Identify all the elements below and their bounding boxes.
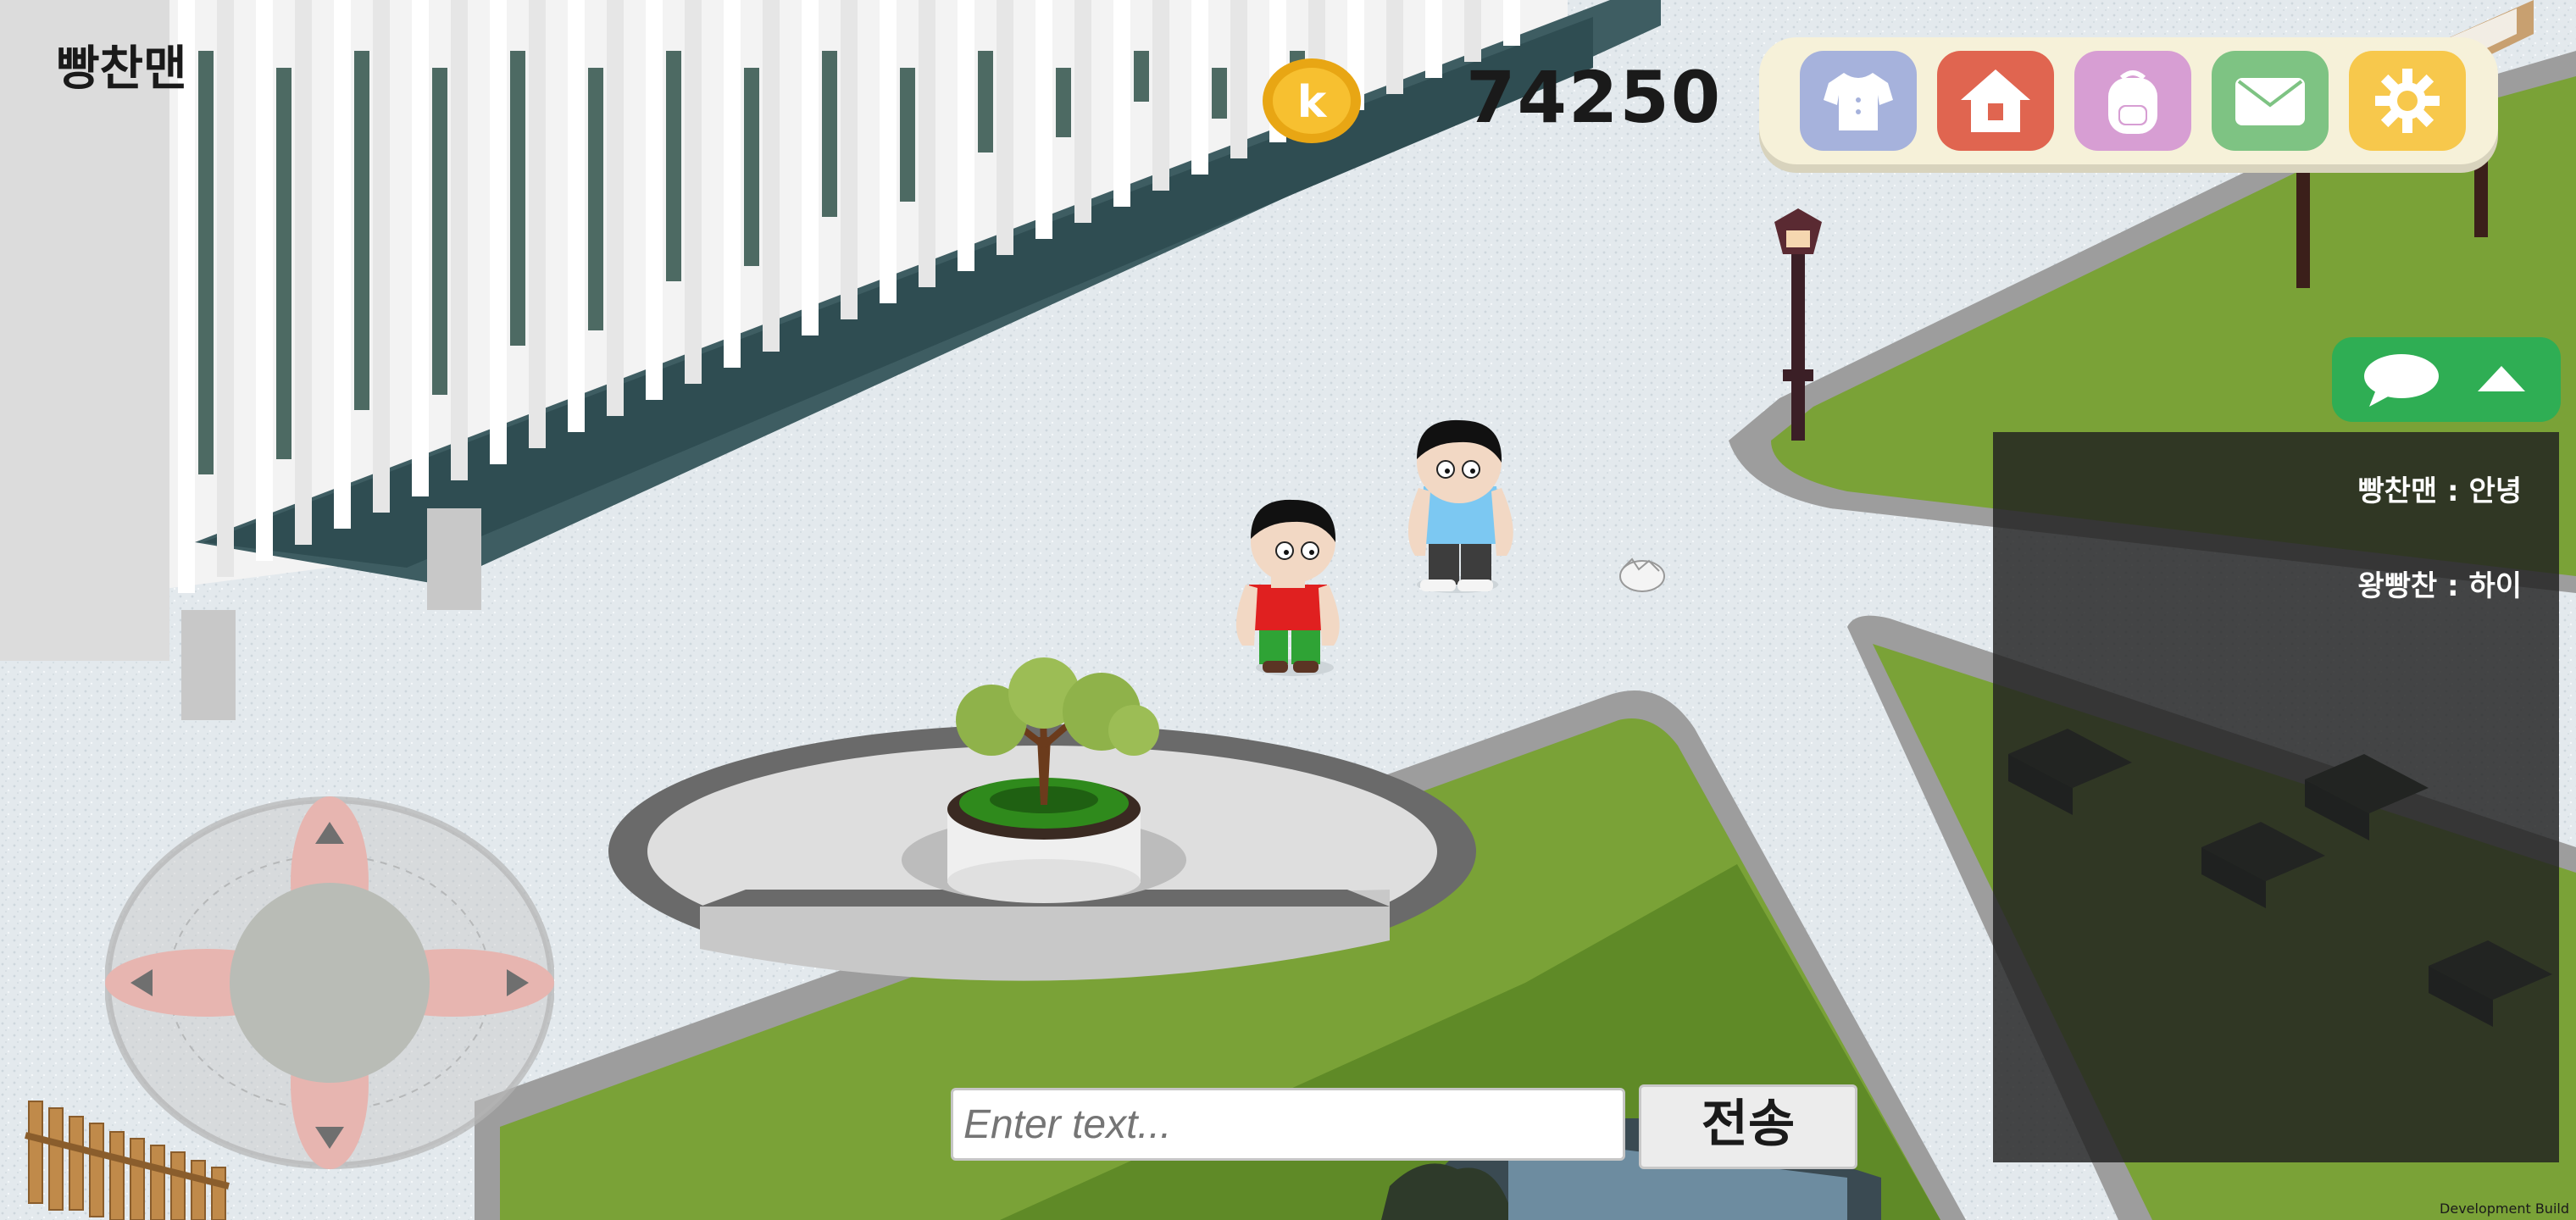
gear-icon [2375, 69, 2440, 133]
chat-message: 빵찬맨 : 안녕 [2357, 474, 2522, 508]
coin-symbol: k [1297, 77, 1328, 128]
speech-bubble-icon [2364, 354, 2439, 407]
wardrobe-button[interactable] [1800, 51, 1917, 151]
joystick-knob [230, 883, 430, 1083]
envelope-icon [2235, 78, 2305, 125]
send-button[interactable]: 전송 [1639, 1084, 1857, 1169]
chat-log-panel: 빵찬맨 : 안녕 왕빵찬 : 하이 [1993, 432, 2559, 1162]
caret-up-icon [2478, 366, 2525, 391]
bag-button[interactable] [2074, 51, 2191, 151]
chat-input[interactable] [951, 1088, 1625, 1161]
mail-button[interactable] [2212, 51, 2329, 151]
chat-toggle-button[interactable] [2332, 337, 2561, 422]
chat-message: 왕빵찬 : 하이 [2357, 569, 2522, 603]
settings-button[interactable] [2349, 51, 2466, 151]
coin-amount: 74250 [1466, 56, 1723, 139]
shirt-icon [1824, 73, 1893, 130]
virtual-joystick[interactable] [104, 796, 555, 1169]
backpack-icon [2108, 70, 2157, 134]
development-build-label: Development Build [2440, 1201, 2569, 1217]
house-icon [1961, 69, 2030, 132]
home-button[interactable] [1937, 51, 2054, 151]
coin-icon: k [1261, 56, 1363, 146]
player-name-label: 빵찬맨 [56, 42, 187, 97]
main-menu-panel [1759, 37, 2498, 164]
